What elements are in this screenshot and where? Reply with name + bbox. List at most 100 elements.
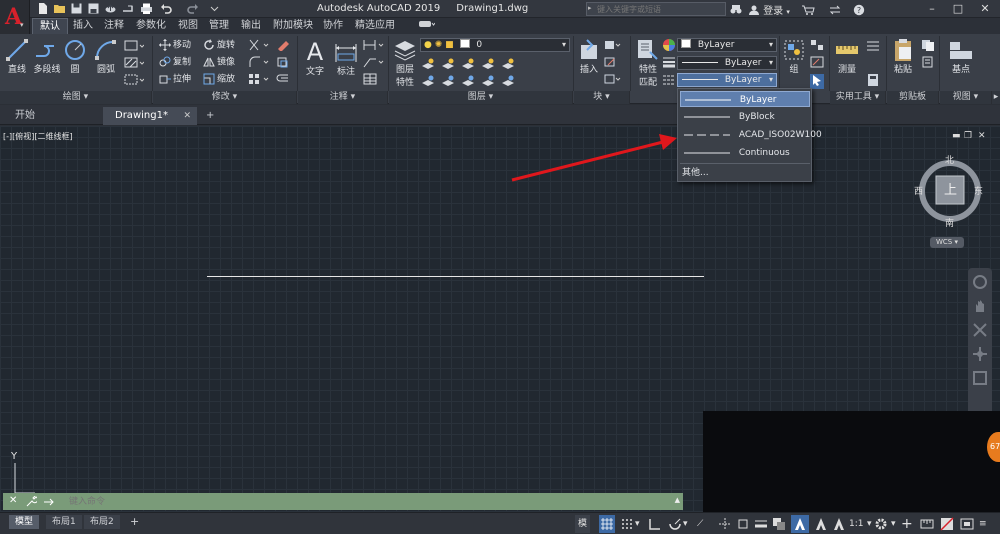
modify-panel-footer[interactable]: 修改 ▾ <box>153 91 297 104</box>
ribbon-overflow-icon[interactable]: ▸ <box>992 91 1000 104</box>
viewcube-west[interactable]: 西 <box>914 184 923 197</box>
boundary-icon[interactable] <box>124 74 145 89</box>
maximize-button[interactable]: □ <box>945 1 971 17</box>
workspace-gear-icon[interactable] <box>873 515 891 533</box>
viewcube-east[interactable]: 东 <box>974 184 983 197</box>
rectangle-icon[interactable] <box>124 40 145 55</box>
arc-button[interactable]: 圆弧 <box>93 38 119 75</box>
command-history-chevron-icon[interactable]: ▲ <box>675 496 680 504</box>
close-command-line-icon[interactable]: ✕ <box>9 495 17 506</box>
tab-addins[interactable]: 附加模块 <box>266 18 320 34</box>
annotation-panel-footer[interactable]: 注释 ▾ <box>298 91 388 104</box>
steering-wheel-icon[interactable] <box>972 274 988 290</box>
viewcube-south[interactable]: 南 <box>945 216 954 229</box>
scale-value[interactable]: 1:1 <box>849 515 863 533</box>
isodraft-icon[interactable]: ⟋ <box>697 515 711 533</box>
table-icon[interactable] <box>363 73 385 88</box>
qa-more-chevron-icon[interactable] <box>208 2 221 15</box>
save-as-icon[interactable] <box>87 2 100 15</box>
tab-annotate[interactable]: 注释 <box>97 18 131 34</box>
move-button[interactable]: 移动 <box>159 39 191 52</box>
layers-panel-footer[interactable]: 图层 ▾ <box>389 91 573 104</box>
rotate-button[interactable]: 旋转 <box>203 39 235 52</box>
viewcube[interactable]: 上 北 南 东 西 <box>910 151 990 231</box>
tab-parametric[interactable]: 参数化 <box>129 18 173 34</box>
layer-properties-button[interactable]: 图层 特性 <box>392 38 418 88</box>
help-icon[interactable]: ? <box>853 4 865 16</box>
layout-tab-model[interactable]: 模型 <box>9 515 40 529</box>
annotation-visibility-icon[interactable] <box>813 515 829 533</box>
open-folder-icon[interactable] <box>53 2 66 15</box>
scale-button[interactable]: 缩放 <box>203 73 235 86</box>
pan-hand-icon[interactable] <box>972 298 988 314</box>
viewcube-north[interactable]: 北 <box>945 153 954 166</box>
erase-icon[interactable] <box>276 39 290 54</box>
viewcube-face[interactable]: 上 <box>944 179 957 198</box>
text-button[interactable]: A 文字 <box>302 38 328 77</box>
stretch-button[interactable]: 拉伸 <box>159 73 191 86</box>
application-menu-button[interactable]: A ▾ <box>0 0 30 34</box>
customization-menu-icon[interactable]: ≡ <box>979 515 995 533</box>
tab-collaborate[interactable]: 协作 <box>316 18 350 34</box>
new-tab-button[interactable]: + <box>201 107 219 125</box>
snap-chevron-icon[interactable]: ▾ <box>635 515 643 533</box>
grid-icon[interactable] <box>599 515 615 533</box>
close-tab-icon[interactable]: ✕ <box>183 107 191 125</box>
mirror-button[interactable]: 镜像 <box>203 56 235 69</box>
circle-button[interactable]: 圆 <box>63 38 87 75</box>
viewport-minimize-icon[interactable]: ▬ <box>952 131 961 141</box>
isolate-objects-icon[interactable] <box>939 515 955 533</box>
search-expand-icon[interactable]: ▸ <box>588 4 592 12</box>
array-icon[interactable] <box>248 73 272 88</box>
dimension-button[interactable]: 标注 <box>332 38 360 77</box>
tab-output[interactable]: 输出 <box>234 18 268 34</box>
paste-button[interactable]: 粘贴 <box>890 38 916 75</box>
leader-icon[interactable] <box>363 56 385 71</box>
file-tab-drawing1[interactable]: Drawing1* ✕ <box>103 107 197 125</box>
file-tab-start[interactable]: 开始 <box>3 107 99 125</box>
annotation-monitor-icon[interactable]: + <box>901 515 917 533</box>
showmotion-icon[interactable] <box>972 370 988 386</box>
model-space-toggle[interactable]: 模型 <box>575 515 591 533</box>
tab-insert[interactable]: 插入 <box>66 18 100 34</box>
linear-dim-icon[interactable] <box>363 39 385 54</box>
copy-button[interactable]: 复制 <box>159 56 191 69</box>
auto-scale-icon[interactable] <box>831 515 847 533</box>
group-button[interactable]: 组 <box>783 38 805 75</box>
line-button[interactable]: 直线 <box>5 38 29 75</box>
color-wheel-icon[interactable] <box>662 38 676 55</box>
offset-icon[interactable] <box>276 73 290 88</box>
clipboard-panel-footer[interactable]: 剪贴板 <box>887 91 939 104</box>
tab-view[interactable]: 视图 <box>171 18 205 34</box>
viewport-close-icon[interactable]: ✕ <box>978 131 986 141</box>
new-layout-plus-icon[interactable]: + <box>124 515 145 529</box>
clean-screen-icon[interactable] <box>959 515 975 533</box>
measure-button[interactable]: 测量 <box>834 38 860 75</box>
insert-block-button[interactable]: 插入 <box>578 38 600 75</box>
base-view-button[interactable]: 基点 <box>946 38 976 75</box>
zoom-extents-icon[interactable] <box>972 322 988 338</box>
login-label[interactable]: 登录 <box>763 6 783 17</box>
linetype-option-byblock[interactable]: ByBlock <box>680 109 810 125</box>
linetype-combo[interactable]: ByLayer ▾ <box>677 73 777 87</box>
annotation-scale-icon[interactable] <box>791 515 809 533</box>
color-combo[interactable]: ByLayer ▾ <box>677 38 777 52</box>
match-properties-button[interactable]: 特性 匹配 <box>635 38 661 88</box>
exchange-icon[interactable] <box>828 4 842 16</box>
tab-home[interactable]: 默认 <box>32 18 68 34</box>
customize-wrench-icon[interactable] <box>25 496 37 508</box>
transparency-icon[interactable] <box>771 515 787 533</box>
polar-chevron-icon[interactable]: ▾ <box>683 515 691 533</box>
cart-icon[interactable] <box>801 4 815 16</box>
wcs-menu[interactable]: WCS ▾ <box>930 237 964 248</box>
edit-block-icon[interactable] <box>604 56 624 71</box>
quick-select-icon[interactable] <box>866 40 880 55</box>
cut-copy-icon[interactable] <box>921 39 935 54</box>
viewport-restore-icon[interactable]: ❐ <box>964 131 972 141</box>
ribbon-minimize-toggle[interactable] <box>412 18 440 34</box>
layout-tab-layout1[interactable]: 布局1 <box>46 515 82 529</box>
edit-attributes-icon[interactable] <box>604 73 624 88</box>
copy-clip-icon[interactable] <box>921 56 935 71</box>
save-icon[interactable] <box>70 2 83 15</box>
calculator-icon[interactable] <box>866 74 880 89</box>
